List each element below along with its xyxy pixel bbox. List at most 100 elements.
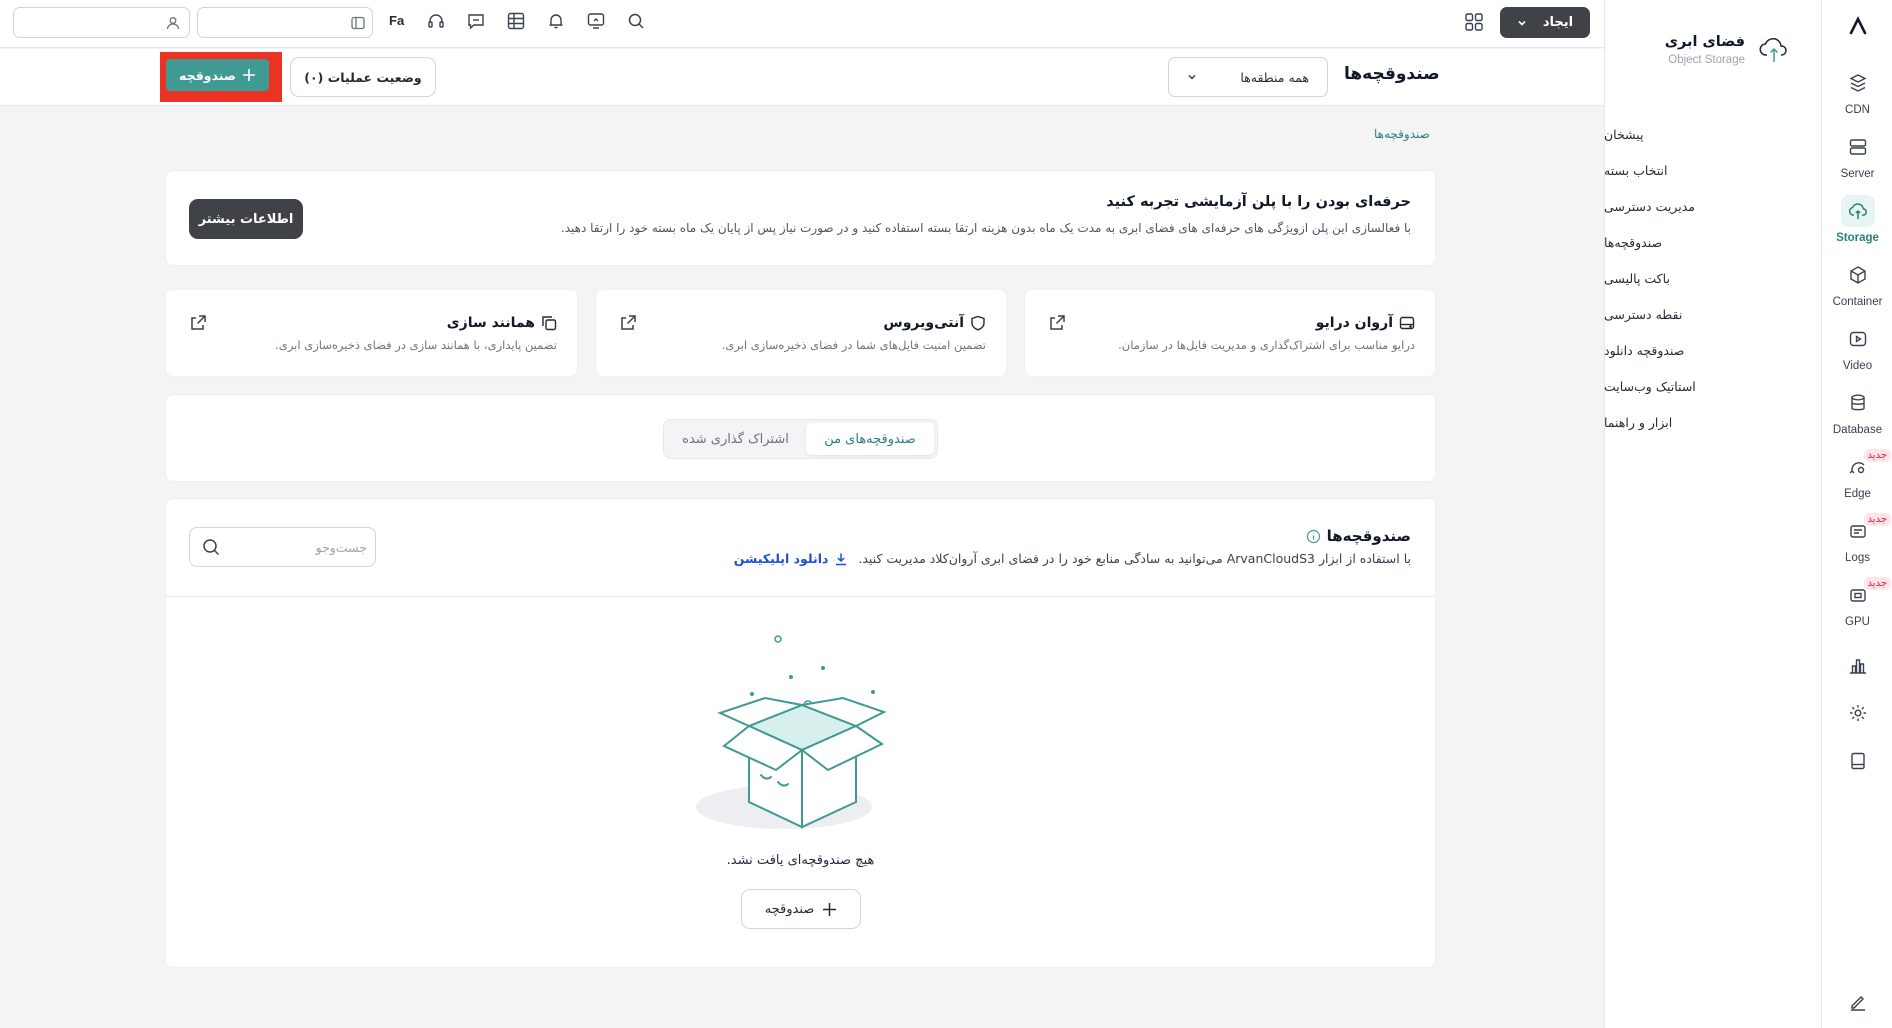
search-input[interactable]: [227, 539, 367, 555]
rail-label: Edge: [1844, 487, 1871, 500]
rail-item-gpu[interactable]: GPU جدید: [1822, 574, 1892, 632]
sidebar-title: فضای ابری: [1664, 34, 1745, 50]
sidebar-item-tools-guide[interactable]: ابزار و راهنما: [1604, 404, 1821, 440]
empty-add-bucket-button[interactable]: صندوقچه: [741, 889, 861, 929]
workspace-selector[interactable]: [197, 7, 373, 38]
sidebar-nav: پیشخان انتخاب بسته مدیریت دسترسی صندوقچه…: [1604, 116, 1821, 440]
plus-icon: [242, 69, 255, 81]
product-rail: CDN Server Storage Container Video Datab…: [1821, 0, 1892, 1028]
feature-description: تضمین امنیت فایل‌های شما در فضای ذخیره‌س…: [721, 338, 986, 352]
rail-item-cdn[interactable]: CDN: [1822, 62, 1892, 120]
chat-icon[interactable]: [467, 12, 485, 30]
feature-title: آروان درایو: [1315, 315, 1393, 331]
page-title: صندوقچه‌ها: [1344, 64, 1440, 84]
drive-icon: [1399, 316, 1415, 330]
breadcrumb[interactable]: صندوقچه‌ها: [1374, 127, 1430, 141]
create-dropdown-button[interactable]: ایجاد: [1500, 7, 1590, 38]
rail-item-server[interactable]: Server: [1822, 126, 1892, 184]
bucket-list-card: صندوقچه‌ها با استفاده از ابزار ArvanClou…: [165, 498, 1436, 968]
promo-description: با فعالسازی این پلن ازویژگی های حرفه‌ای …: [560, 221, 1411, 235]
language-switch[interactable]: Fa: [389, 13, 404, 28]
sidebar-item-access-management[interactable]: مدیریت دسترسی: [1604, 188, 1821, 224]
monitor-icon[interactable]: [587, 12, 605, 30]
create-label: ایجاد: [1542, 15, 1574, 30]
empty-add-bucket-label: صندوقچه: [764, 901, 815, 917]
rail-item-edge[interactable]: Edge جدید: [1822, 446, 1892, 504]
new-badge: جدید: [1863, 449, 1891, 462]
copy-icon: [542, 316, 557, 331]
bell-icon[interactable]: [547, 12, 565, 30]
cloud-upload-icon: [1759, 36, 1789, 64]
shield-icon: [971, 315, 985, 331]
sidebar-item-dashboard[interactable]: پیشخان: [1604, 116, 1821, 152]
tab-shared-buckets[interactable]: اشتراک گذاری شده: [668, 423, 803, 455]
add-bucket-label: صندوقچه: [179, 67, 236, 83]
feature-card-replication[interactable]: همانند سازی تضمین پایداری، با همانند ساز…: [165, 289, 578, 377]
edit-icon[interactable]: [1848, 992, 1868, 1012]
cloud-upload-icon: [1848, 202, 1867, 219]
top-bar: ایجاد Fa: [0, 0, 1604, 48]
sidebar-item-buckets[interactable]: صندوقچه‌ها: [1604, 224, 1821, 260]
database-icon: [1850, 394, 1865, 410]
sidebar-item-download-bucket[interactable]: صندوقچه دانلود: [1604, 332, 1821, 368]
page-header: صندوقچه‌ها همه منطقه‌ها وضعیت عملیات (۰)…: [0, 49, 1604, 106]
panel-icon: [351, 16, 365, 30]
sidebar-item-access-point[interactable]: نقطه دسترسی: [1604, 296, 1821, 332]
promo-card: حرفه‌ای بودن را با پلن آزمایشی تجربه کنی…: [165, 170, 1436, 266]
add-bucket-highlight: صندوقچه: [160, 52, 282, 102]
rail-label: Storage: [1836, 231, 1879, 244]
external-link-icon[interactable]: [1049, 314, 1066, 331]
chevron-down-icon: [1188, 74, 1196, 80]
sidebar-item-plan[interactable]: انتخاب بسته: [1604, 152, 1821, 188]
book-icon[interactable]: [1848, 751, 1868, 771]
cube-icon: [1849, 265, 1866, 284]
bucket-tabs: صندوقچه‌های من اشتراک گذاری شده: [663, 419, 938, 459]
add-bucket-button[interactable]: صندوقچه: [166, 59, 269, 91]
apps-grid-icon[interactable]: [1465, 13, 1483, 31]
rail-item-logs[interactable]: Logs جدید: [1822, 510, 1892, 568]
rail-label: CDN: [1845, 103, 1870, 116]
feature-card-antivirus[interactable]: آنتی‌ویروس تضمین امنیت فایل‌های شما در ف…: [595, 289, 1007, 377]
feature-card-drive[interactable]: آروان درایو درایو مناسب برای اشتراک‌گذار…: [1024, 289, 1436, 377]
rail-item-database[interactable]: Database: [1822, 382, 1892, 440]
sidebar-subtitle: Object Storage: [1668, 54, 1745, 66]
region-select[interactable]: همه منطقه‌ها: [1168, 57, 1328, 97]
more-info-button[interactable]: اطلاعات بیشتر: [189, 199, 303, 239]
rail-label: Logs: [1845, 551, 1870, 564]
rail-item-container[interactable]: Container: [1822, 254, 1892, 312]
rail-label: Container: [1832, 295, 1883, 308]
search-field[interactable]: [189, 527, 376, 567]
list-title: صندوقچه‌ها: [1326, 527, 1411, 545]
new-badge: جدید: [1863, 577, 1891, 590]
rail-item-storage[interactable]: Storage: [1822, 190, 1892, 248]
list-divider: [166, 596, 1435, 597]
video-icon: [1849, 331, 1866, 346]
chart-icon[interactable]: [1848, 656, 1868, 676]
rail-label: Video: [1842, 359, 1873, 372]
region-select-value: همه منطقه‌ها: [1240, 69, 1309, 85]
external-link-icon[interactable]: [620, 314, 637, 331]
arvan-logo-icon[interactable]: [1822, 16, 1892, 36]
user-icon: [166, 16, 180, 30]
cdn-icon: [1848, 73, 1867, 92]
table-icon[interactable]: [507, 12, 525, 30]
user-account-field[interactable]: [13, 7, 190, 38]
download-app-link[interactable]: دانلود اپلیکیشن: [734, 551, 849, 566]
rail-item-video[interactable]: Video: [1822, 318, 1892, 376]
operations-status-button[interactable]: وضعیت عملیات (۰): [290, 57, 436, 97]
sidebar-item-static-website[interactable]: استاتیک وب‌سایت: [1604, 368, 1821, 404]
feature-title: آنتی‌ویروس: [883, 315, 964, 331]
search-icon[interactable]: [627, 12, 645, 30]
new-badge: جدید: [1863, 513, 1891, 526]
promo-title: حرفه‌ای بودن را با پلن آزمایشی تجربه کنی…: [1106, 194, 1411, 210]
storage-sidebar: فضای ابری Object Storage پیشخان انتخاب ب…: [1604, 0, 1821, 1028]
sidebar-item-bucket-policy[interactable]: باکت پالیسی: [1604, 260, 1821, 296]
info-icon[interactable]: [1306, 529, 1321, 544]
search-icon: [203, 539, 220, 556]
external-link-icon[interactable]: [190, 314, 207, 331]
headset-icon[interactable]: [427, 12, 445, 30]
feature-description: تضمین پایداری، با همانند سازی در فضای ذخ…: [275, 338, 557, 352]
download-app-label: دانلود اپلیکیشن: [733, 551, 829, 566]
tab-my-buckets[interactable]: صندوقچه‌های من: [806, 423, 934, 455]
gear-icon[interactable]: [1848, 703, 1868, 723]
